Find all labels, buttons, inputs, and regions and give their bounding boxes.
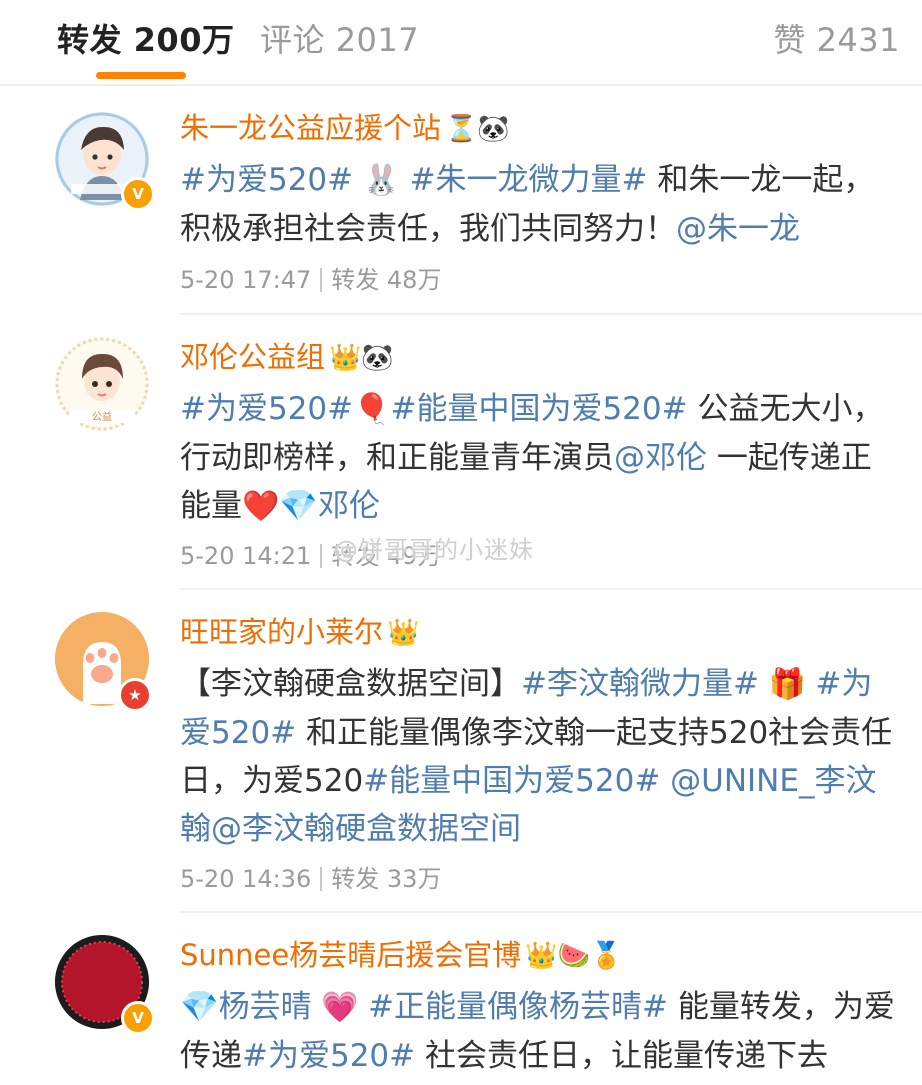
repost-count: 48万	[386, 266, 442, 294]
balloon-emoji-icon: 🎈	[353, 392, 391, 427]
avatar[interactable]: 公益	[55, 337, 149, 431]
hashtag-link[interactable]: #能量中国为爱520#	[390, 391, 687, 427]
repost-item: V 朱一龙公益应援个站 ⏳🐼 #为爱520# 🐰 #朱一龙微力量# 和朱一龙一起，…	[0, 86, 922, 315]
username-emojis: 👑🍉🏅	[525, 941, 623, 971]
repost-label: 转发	[331, 266, 380, 294]
tab-comments[interactable]: 评论 2017	[260, 18, 419, 62]
repost-item: V Sunnee杨芸晴后援会官博 👑🍉🏅 💎杨芸晴 💗 #正能量偶像杨芸晴# 能量…	[0, 913, 922, 1085]
verified-v-badge-icon: V	[121, 1001, 155, 1035]
text-segment: 社会责任日，让能量传递下去	[415, 1038, 828, 1074]
username-text: Sunnee杨芸晴后援会官博	[180, 938, 522, 972]
verified-v-badge-icon: V	[121, 177, 155, 211]
post-meta: 5-20 14:36 转发 33万	[180, 863, 441, 895]
post-text: 💎杨芸晴 💗 #正能量偶像杨芸晴# 能量转发，为爱传递#为爱520# 社会责任日…	[180, 983, 895, 1080]
tab-likes[interactable]: 赞 2431	[773, 18, 900, 62]
post-time: 5-20 14:36	[180, 865, 312, 893]
repost-label: 转发	[331, 865, 380, 893]
username-text: 邓伦公益组	[180, 340, 326, 374]
username-emojis: 👑	[387, 618, 420, 648]
watermark: @饼哥哥的小迷妹	[334, 536, 534, 564]
meta-divider	[320, 268, 323, 292]
tab-repost-count: 200万	[133, 21, 235, 59]
mention-link[interactable]: @朱一龙	[676, 211, 800, 247]
hashtag-link[interactable]: #朱一龙微力量#	[410, 162, 648, 198]
post-username[interactable]: 邓伦公益组 👑🐼	[180, 337, 394, 378]
repost-count: 33万	[386, 865, 442, 893]
post-username[interactable]: Sunnee杨芸晴后援会官博 👑🍉🏅	[180, 935, 622, 976]
post-text: #为爱520#🎈#能量中国为爱520# 公益无大小，行动即榜样，和正能量青年演员…	[180, 385, 895, 531]
tab-bar: 转发 200万 评论 2017 赞 2431	[0, 0, 922, 86]
heart-emoji-icon: ❤️	[242, 489, 280, 524]
super-topic-link[interactable]: 💎邓伦	[279, 488, 380, 524]
text-segment: 【李汶翰硬盒数据空间】	[180, 666, 521, 702]
gift-emoji-icon: 🎁	[758, 667, 816, 702]
hashtag-link[interactable]: #为爱520#	[180, 391, 353, 427]
heart-gift-emoji-icon: 💗	[311, 990, 369, 1025]
svg-text:公益: 公益	[92, 410, 112, 423]
post-username[interactable]: 朱一龙公益应援个站 ⏳🐼	[180, 108, 510, 149]
mention-link[interactable]: @邓伦	[614, 440, 707, 476]
post-text: 【李汶翰硬盒数据空间】#李汶翰微力量# 🎁 #为爱520# 和正能量偶像李汶翰一…	[180, 660, 895, 853]
tab-likes-label: 赞	[773, 21, 806, 59]
post-text: #为爱520# 🐰 #朱一龙微力量# 和朱一龙一起，积极承担社会责任，我们共同努…	[180, 156, 895, 253]
meta-divider	[320, 544, 323, 568]
member-star-badge-icon: ★	[118, 678, 152, 712]
hashtag-link[interactable]: #李汶翰微力量#	[521, 666, 759, 702]
super-topic-link[interactable]: 💎杨芸晴	[180, 989, 312, 1025]
bunny-emoji-icon: 🐰	[353, 163, 410, 198]
username-text: 朱一龙公益应援个站	[180, 111, 442, 145]
hashtag-link[interactable]: #为爱520#	[180, 162, 353, 198]
repost-item: ★ 旺旺家的小莱尔 👑 【李汶翰硬盒数据空间】#李汶翰微力量# 🎁 #为爱520#…	[0, 590, 922, 913]
tab-repost-label: 转发	[57, 21, 123, 59]
hashtag-link[interactable]: #正能量偶像杨芸晴#	[368, 989, 668, 1025]
post-time: 5-20 14:21	[180, 542, 312, 570]
active-tab-indicator	[96, 72, 186, 79]
username-emojis: 👑🐼	[329, 343, 394, 373]
hashtag-link[interactable]: #为爱520#	[242, 1038, 415, 1074]
meta-divider	[320, 867, 323, 891]
avatar-cartoon-boy-icon: 公益	[55, 337, 149, 431]
post-meta: 5-20 17:47 转发 48万	[180, 264, 441, 296]
tab-comments-label: 评论	[260, 21, 326, 59]
username-text: 旺旺家的小莱尔	[180, 615, 384, 649]
tab-likes-count: 2431	[816, 21, 900, 59]
tab-comments-count: 2017	[335, 21, 420, 59]
hashtag-link[interactable]: #能量中国为爱520#	[363, 763, 660, 799]
post-username[interactable]: 旺旺家的小莱尔 👑	[180, 612, 419, 653]
username-emojis: ⏳🐼	[445, 114, 510, 144]
tab-repost[interactable]: 转发 200万	[57, 18, 234, 62]
post-time: 5-20 17:47	[180, 266, 312, 294]
